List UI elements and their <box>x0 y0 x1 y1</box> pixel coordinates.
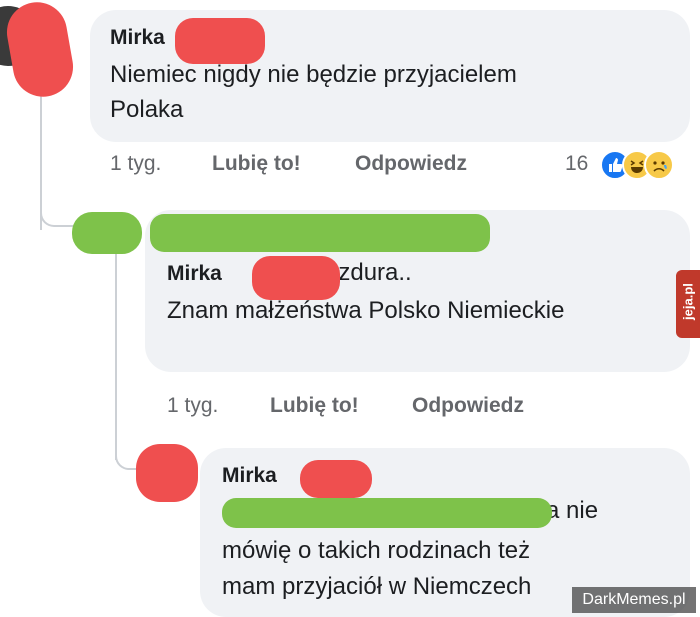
comment-author[interactable]: Mirka <box>167 262 222 286</box>
reaction-count[interactable]: 16 <box>565 152 588 176</box>
like-link[interactable]: Lubię to! <box>270 394 359 418</box>
comment-text-line-2: mówię o takich rodzinach też <box>222 537 531 564</box>
timestamp[interactable]: 1 tyg. <box>110 152 161 176</box>
side-watermark: jeja.pl <box>676 270 700 338</box>
redaction-mention-3 <box>222 498 552 528</box>
sad-icon <box>644 150 674 180</box>
timestamp[interactable]: 1 tyg. <box>167 394 218 418</box>
comment-text-line-2: Polaka <box>110 96 184 123</box>
comment-author[interactable]: Mirka <box>222 464 277 488</box>
side-watermark-text: jeja.pl <box>680 283 696 320</box>
comment-actions-2: 1 tyg. Lubię to! Odpowiedz <box>0 394 700 424</box>
comment-text-line-2: Znam małżeństwa Polsko Niemieckie <box>167 297 565 324</box>
corner-watermark: DarkMemes.pl <box>572 587 696 613</box>
redaction-name-3 <box>300 460 372 498</box>
reply-link[interactable]: Odpowiedz <box>355 152 467 176</box>
redaction-avatar-3 <box>136 444 198 502</box>
redaction-avatar-2 <box>72 212 142 254</box>
comment-text-line-3: mam przyjaciół w Niemczech <box>222 573 532 600</box>
comment-text-line-1: Niemiec nigdy nie będzie przyjacielem <box>110 61 517 88</box>
redaction-quote-2 <box>150 214 490 252</box>
comment-actions-1: 1 tyg. Lubię to! Odpowiedz 16 <box>0 152 700 182</box>
redaction-avatar-1 <box>2 0 78 102</box>
reactions-summary[interactable] <box>600 150 700 182</box>
comment-author[interactable]: Mirka <box>110 26 165 50</box>
reply-link[interactable]: Odpowiedz <box>412 394 524 418</box>
redaction-name-2 <box>252 256 340 300</box>
comment-text-tail: a nie <box>546 497 599 524</box>
redaction-name-1 <box>175 18 265 64</box>
thread-line-reply <box>115 250 117 460</box>
like-link[interactable]: Lubię to! <box>212 152 301 176</box>
